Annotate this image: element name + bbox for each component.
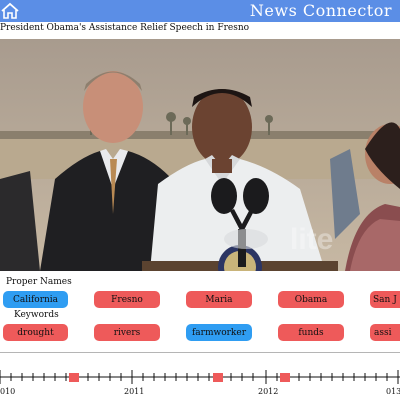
timeline-year-label: 2011 <box>124 387 145 396</box>
keyword-chip-rivers[interactable]: rivers <box>94 324 160 341</box>
keyword-chip-assi[interactable]: assi <box>370 324 400 341</box>
keywords-label: Keywords <box>14 310 59 320</box>
video-player[interactable]: lite <box>0 39 400 271</box>
timeline-year-label: 010 <box>0 387 16 396</box>
watermark-text: lite <box>290 223 333 256</box>
video-title: President Obama's Assistance Relief Spee… <box>0 23 250 33</box>
proper-name-chip-obama[interactable]: Obama <box>278 291 344 308</box>
timeline-year-label: 2012 <box>258 387 279 396</box>
proper-name-chip-fresno[interactable]: Fresno <box>94 291 160 308</box>
home-icon[interactable] <box>0 2 20 20</box>
timeline-axis <box>0 370 400 384</box>
proper-name-chip-san-j[interactable]: San J <box>370 291 400 308</box>
keyword-chip-farmworker[interactable]: farmworker <box>186 324 252 341</box>
timeline-marker[interactable] <box>213 373 223 382</box>
keyword-chip-funds[interactable]: funds <box>278 324 344 341</box>
timeline-marker[interactable] <box>280 373 290 382</box>
app-header: News Connector <box>0 0 400 22</box>
keyword-chip-drought[interactable]: drought <box>3 324 68 341</box>
timeline-year-label: 013 <box>386 387 400 396</box>
proper-name-chip-california[interactable]: California <box>3 291 68 308</box>
app-title: News Connector <box>249 1 392 20</box>
timeline-marker[interactable] <box>69 373 79 382</box>
proper-names-label: Proper Names <box>6 277 72 287</box>
proper-name-chip-maria[interactable]: Maria <box>186 291 252 308</box>
timeline[interactable]: 010 2011 2012 013 <box>0 352 400 400</box>
